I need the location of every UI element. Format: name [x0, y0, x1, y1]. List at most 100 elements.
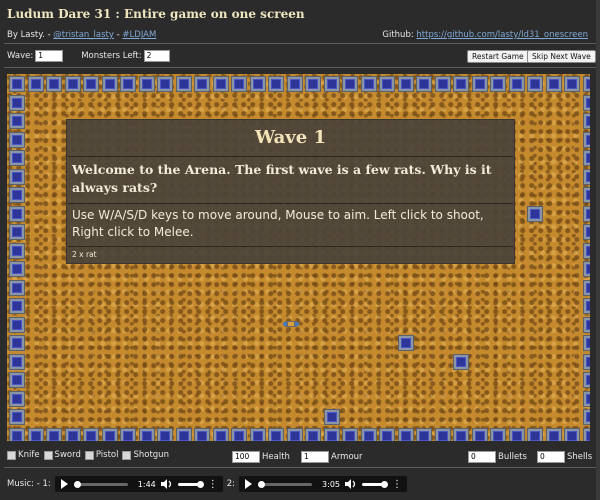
- weapon-checkbox-shotgun[interactable]: [122, 450, 132, 460]
- wall-block: [342, 428, 358, 441]
- wall-block: [583, 169, 590, 185]
- wall-block: [435, 428, 451, 441]
- wall-block: [305, 428, 321, 441]
- page-scrollbar[interactable]: [596, 0, 600, 500]
- wall-block: [9, 261, 25, 277]
- wall-block: [361, 428, 377, 441]
- wall-block: [564, 76, 580, 92]
- weapon-label-sword: Sword: [54, 450, 81, 460]
- wall-block: [9, 298, 25, 314]
- wall-block: [250, 76, 266, 92]
- github-label: Github:: [382, 30, 417, 40]
- volume-slider[interactable]: [177, 480, 204, 488]
- wave-dialog-intro: Welcome to the Arena. The first wave is …: [72, 162, 492, 195]
- wall-block: [435, 76, 451, 92]
- audio-player-1[interactable]: 1:44 ⋮: [54, 476, 223, 492]
- monsters-input[interactable]: 2: [143, 50, 170, 62]
- controls-divider: [4, 67, 596, 68]
- wall-block: [28, 428, 44, 441]
- wall-block: [527, 206, 543, 222]
- github-link[interactable]: https://github.com/lasty/ld31_onescreen: [416, 30, 588, 40]
- wall-block: [120, 76, 136, 92]
- wall-block: [9, 95, 25, 111]
- health-stat: 100 Health: [232, 451, 290, 463]
- skip-next-wave-button[interactable]: Skip Next Wave: [527, 50, 596, 63]
- seek-slider[interactable]: [73, 480, 128, 488]
- shells-input[interactable]: 0: [537, 451, 565, 463]
- health-label: Health: [262, 452, 290, 462]
- weapon-checkbox-sword[interactable]: [43, 450, 53, 460]
- wall-block: [268, 428, 284, 441]
- wall-block: [65, 76, 81, 92]
- wall-block: [472, 428, 488, 441]
- wall-block: [287, 428, 303, 441]
- wave-label: Wave:: [7, 51, 34, 61]
- weapon-checkbox-pistol[interactable]: [84, 450, 94, 460]
- wall-block: [83, 428, 99, 441]
- wall-block: [546, 76, 562, 92]
- wall-block: [213, 76, 229, 92]
- play-icon[interactable]: [245, 479, 253, 489]
- weapon-list: Knife Sword Pistol Shotgun: [7, 450, 173, 460]
- wave-input[interactable]: 1: [35, 50, 64, 62]
- bullets-label: Bullets: [498, 452, 527, 462]
- monsters-label: Monsters Left:: [81, 51, 142, 61]
- health-input[interactable]: 100: [232, 451, 260, 463]
- header-divider: [4, 43, 596, 44]
- audio-player-2[interactable]: 3:05 ⋮: [239, 476, 408, 492]
- more-options-icon[interactable]: ⋮: [208, 479, 218, 490]
- wall-block: [139, 428, 155, 441]
- wall-block: [194, 76, 210, 92]
- wall-block: [9, 428, 25, 441]
- wall-block: [509, 76, 525, 92]
- hashtag-link[interactable]: #LDJAM: [122, 30, 156, 40]
- wall-block: [176, 428, 192, 441]
- twitter-link[interactable]: @tristan_lasty: [53, 30, 114, 40]
- wall-block: [9, 354, 25, 370]
- wall-block: [583, 95, 590, 111]
- wall-block: [583, 428, 590, 441]
- wall-block: [46, 76, 62, 92]
- armour-stat: 1 Armour: [301, 451, 363, 463]
- wall-block: [379, 428, 395, 441]
- player-sprite: [283, 321, 299, 327]
- seek-slider[interactable]: [258, 480, 313, 488]
- restart-game-button[interactable]: Restart Game: [467, 50, 529, 63]
- play-icon[interactable]: [60, 479, 68, 489]
- wall-block: [453, 76, 469, 92]
- track-time: 1:44: [137, 479, 156, 489]
- wall-block: [9, 335, 25, 351]
- armour-input[interactable]: 1: [301, 451, 329, 463]
- bullets-input[interactable]: 0: [468, 451, 496, 463]
- weapon-checkbox-knife[interactable]: [7, 450, 16, 460]
- volume-icon[interactable]: [160, 479, 173, 489]
- page-title: Ludum Dare 31 : Entire game on one scree…: [7, 7, 305, 21]
- wall-block: [527, 428, 543, 441]
- wall-block: [102, 428, 118, 441]
- wall-block: [490, 76, 506, 92]
- shells-label: Shells: [567, 452, 593, 462]
- volume-icon[interactable]: [345, 479, 357, 489]
- wall-block: [398, 428, 414, 441]
- wall-block: [583, 391, 590, 407]
- weapon-label-pistol: Pistol: [95, 450, 119, 460]
- wall-block: [194, 428, 210, 441]
- wall-block: [83, 76, 99, 92]
- wall-block: [102, 76, 118, 92]
- wave-dialog: Wave 1 Welcome to the Arena. The first w…: [66, 119, 515, 264]
- wall-block: [583, 150, 590, 166]
- wall-block: [157, 76, 173, 92]
- wall-block: [287, 76, 303, 92]
- wall-block: [213, 428, 229, 441]
- wall-block: [9, 206, 25, 222]
- shells-stat: 0 Shells: [537, 451, 592, 463]
- wall-block: [9, 317, 25, 333]
- more-options-icon[interactable]: ⋮: [392, 479, 402, 490]
- volume-slider[interactable]: [362, 480, 389, 488]
- wall-block: [157, 428, 173, 441]
- wall-block: [453, 354, 469, 370]
- wall-block: [583, 113, 590, 129]
- wall-block: [398, 76, 414, 92]
- wall-block: [231, 76, 247, 92]
- wave-dialog-title: Wave 1: [254, 127, 326, 148]
